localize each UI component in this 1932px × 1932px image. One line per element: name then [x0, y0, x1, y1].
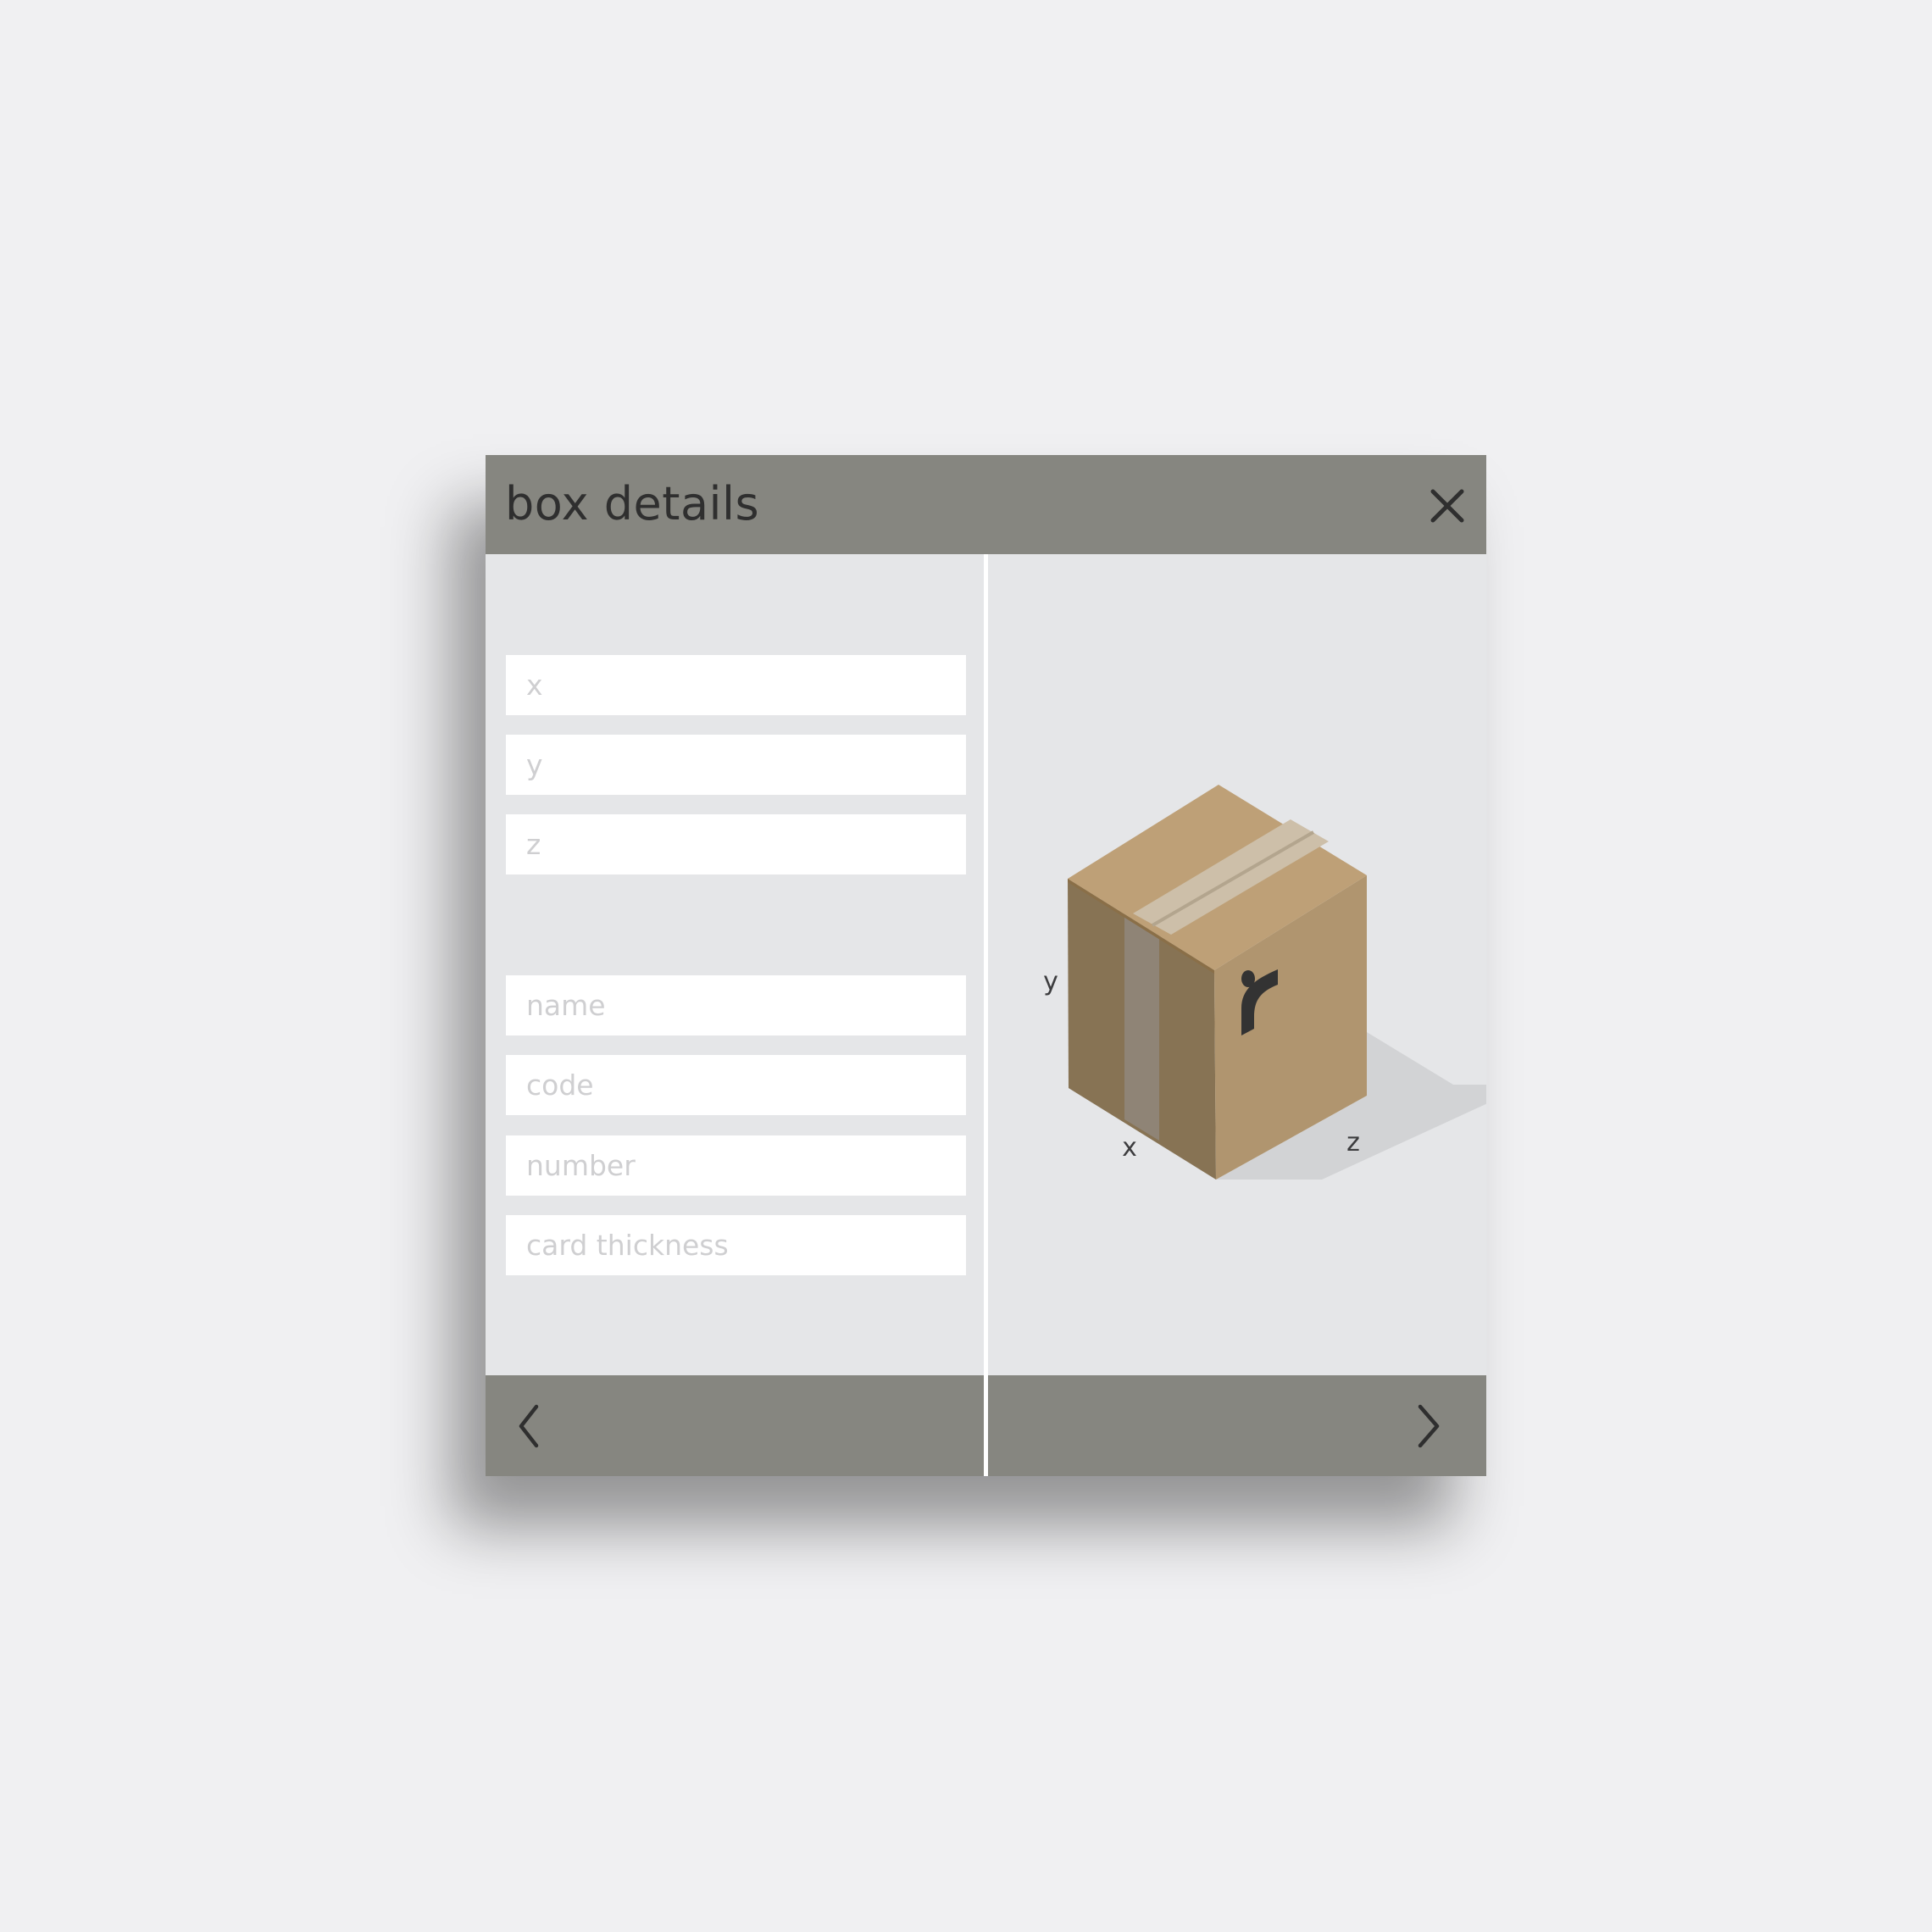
card-thickness-input[interactable]	[506, 1215, 966, 1275]
name-input[interactable]	[506, 975, 966, 1035]
box-illustration: y x z	[1043, 785, 1486, 1180]
close-icon	[1430, 489, 1464, 523]
x-dimension-input[interactable]	[506, 655, 966, 715]
z-dimension-input[interactable]	[506, 814, 966, 874]
chevron-left-icon	[519, 1404, 539, 1448]
dialog-title: box details	[505, 477, 760, 530]
dialog-header: box details	[486, 455, 1486, 554]
axis-label-y: y	[1043, 967, 1058, 997]
number-input[interactable]	[506, 1135, 966, 1196]
box-tape-side	[1124, 913, 1159, 1141]
previous-button[interactable]	[516, 1404, 558, 1448]
chevron-right-icon	[1418, 1404, 1440, 1448]
code-input[interactable]	[506, 1055, 966, 1115]
box-details-dialog: box details x y z name code number card …	[486, 455, 1486, 1476]
footer-right	[988, 1375, 1486, 1476]
illustration-panel: y x z	[988, 554, 1486, 1375]
close-button[interactable]	[1429, 487, 1466, 525]
axis-label-x: x	[1122, 1133, 1137, 1163]
footer-left	[486, 1375, 984, 1476]
y-dimension-input[interactable]	[506, 735, 966, 795]
next-button[interactable]	[1403, 1404, 1446, 1448]
form-panel	[486, 554, 984, 1375]
axis-label-z: z	[1346, 1128, 1360, 1158]
